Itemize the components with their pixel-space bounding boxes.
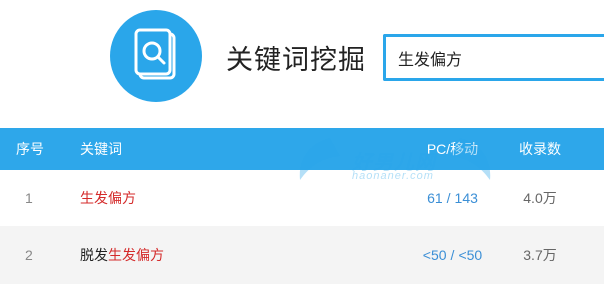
page-header: 关键词挖掘 (0, 0, 604, 128)
col-header-index-count: 收录数 (519, 141, 561, 157)
document-search-icon (110, 10, 202, 102)
pc-value: 61 (427, 190, 443, 206)
row-number: 1 (25, 190, 33, 206)
col-header-keyword: 关键词 (80, 141, 122, 157)
search-box[interactable] (383, 34, 604, 81)
mobile-value: <50 (458, 247, 483, 263)
col-header-no: 序号 (16, 141, 44, 157)
keyword-link[interactable]: 生发偏方 (80, 170, 330, 226)
table-row: 2 脱发 生发偏方 <50/<50 3.7万 (0, 226, 604, 284)
index-count: 4.0万 (523, 190, 557, 206)
keyword-highlight: 生发偏方 (80, 190, 136, 206)
keyword-highlight: 生发偏方 (108, 247, 164, 263)
keyword-link[interactable]: 脱发 生发偏方 (80, 226, 330, 284)
page-title: 关键词挖掘 (226, 45, 366, 75)
mobile-value: 143 (454, 190, 478, 206)
keyword-table: 序号 关键词 PC/移动 收录数 1 生发偏方 61/143 4.0万 2 脱发… (0, 128, 604, 284)
pc-mobile-value: <50/<50 (422, 247, 483, 263)
pc-mobile-value: 61/143 (427, 190, 478, 206)
row-number: 2 (25, 247, 33, 263)
index-count: 3.7万 (523, 247, 557, 263)
table-header: 序号 关键词 PC/移动 收录数 (0, 128, 604, 170)
keyword-prefix: 脱发 (80, 247, 108, 263)
pc-value: <50 (422, 247, 447, 263)
col-header-pc-mobile: PC/移动 (426, 141, 479, 157)
table-row: 1 生发偏方 61/143 4.0万 (0, 170, 604, 226)
search-input[interactable] (398, 46, 604, 70)
